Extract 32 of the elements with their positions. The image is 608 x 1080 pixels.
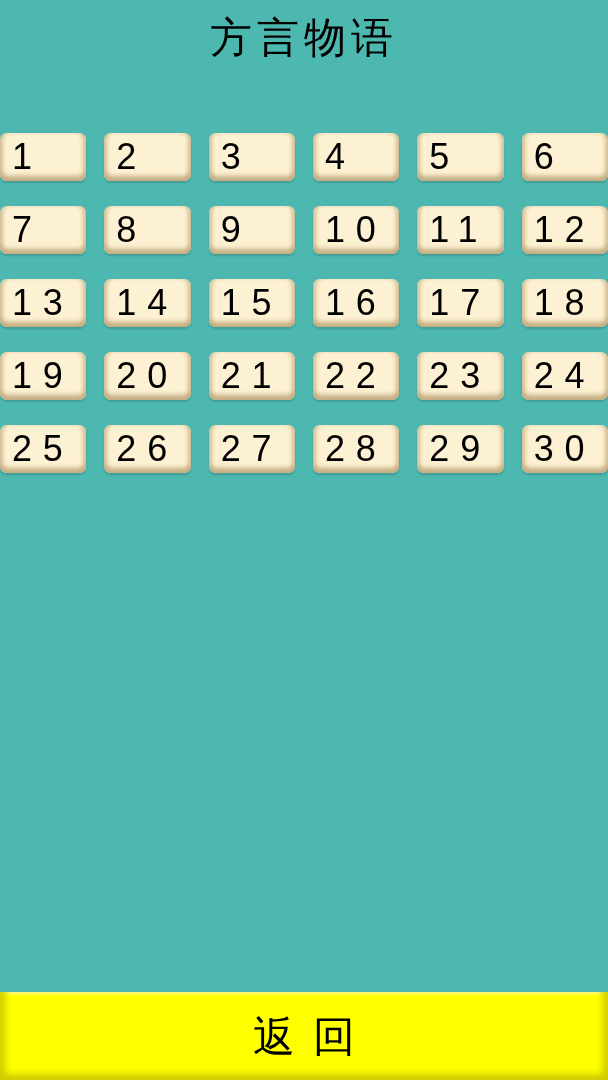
level-button[interactable]: 4	[313, 133, 400, 181]
level-button[interactable]: 29	[417, 425, 504, 473]
level-button[interactable]: 30	[521, 425, 608, 473]
level-button[interactable]: 5	[417, 133, 504, 181]
level-button[interactable]: 1	[0, 133, 87, 181]
level-button[interactable]: 2	[104, 133, 191, 181]
level-button[interactable]: 16	[313, 279, 400, 327]
level-button[interactable]: 6	[521, 133, 608, 181]
level-button[interactable]: 22	[313, 352, 400, 400]
level-button[interactable]: 13	[0, 279, 87, 327]
level-button[interactable]: 11	[417, 206, 504, 254]
level-button[interactable]: 9	[208, 206, 295, 254]
back-button[interactable]: 返回	[0, 992, 608, 1080]
level-button[interactable]: 3	[208, 133, 295, 181]
level-button[interactable]: 25	[0, 425, 87, 473]
level-button[interactable]: 27	[208, 425, 295, 473]
level-button[interactable]: 24	[521, 352, 608, 400]
level-button[interactable]: 20	[104, 352, 191, 400]
level-button[interactable]: 28	[313, 425, 400, 473]
level-button[interactable]: 15	[208, 279, 295, 327]
level-button[interactable]: 26	[104, 425, 191, 473]
level-button[interactable]: 7	[0, 206, 87, 254]
level-button[interactable]: 14	[104, 279, 191, 327]
level-button[interactable]: 17	[417, 279, 504, 327]
page-title: 方言物语	[209, 12, 399, 64]
level-button[interactable]: 12	[521, 206, 608, 254]
level-button[interactable]: 18	[521, 279, 608, 327]
level-button[interactable]: 19	[0, 352, 87, 400]
level-button[interactable]: 10	[313, 206, 400, 254]
level-button[interactable]: 21	[208, 352, 295, 400]
level-button[interactable]: 8	[104, 206, 191, 254]
level-button[interactable]: 23	[417, 352, 504, 400]
